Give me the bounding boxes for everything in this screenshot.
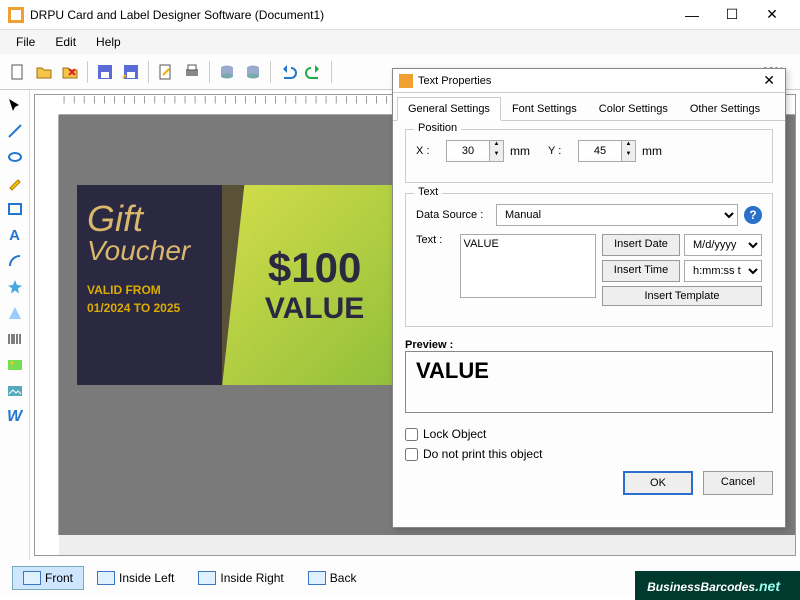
position-legend: Position — [414, 122, 461, 134]
wordart-tool-icon[interactable]: W — [4, 406, 26, 428]
maximize-button[interactable]: ☐ — [712, 1, 752, 29]
dialog-title: Text Properties — [418, 75, 759, 87]
data-source-select[interactable]: Manual — [496, 204, 738, 226]
date-format-select[interactable]: M/d/yyyy — [684, 234, 762, 256]
pencil-tool-icon[interactable] — [4, 172, 26, 194]
text-tool-icon[interactable]: A — [4, 224, 26, 246]
insert-template-button[interactable]: Insert Template — [602, 286, 762, 306]
card-amount: $100 — [268, 244, 361, 292]
menu-help[interactable]: Help — [88, 33, 129, 51]
pagetab-inside-left[interactable]: Inside Left — [86, 566, 185, 590]
card-gift-text: Gift — [87, 203, 212, 235]
dialog-icon — [399, 74, 413, 88]
minimize-button[interactable]: — — [672, 1, 712, 29]
pagetab-front[interactable]: Front — [12, 566, 84, 590]
app-icon — [8, 7, 24, 23]
y-label: Y : — [548, 145, 572, 157]
text-label: Text : — [416, 234, 454, 246]
preview-label: Preview : — [405, 339, 453, 351]
dialog-titlebar: Text Properties ✕ — [393, 69, 785, 93]
card-voucher-text: Voucher — [87, 235, 212, 267]
lock-object-checkbox[interactable]: Lock Object — [405, 427, 486, 441]
line-tool-icon[interactable] — [4, 120, 26, 142]
edit-icon[interactable] — [154, 60, 178, 84]
window-title: DRPU Card and Label Designer Software (D… — [30, 8, 672, 22]
y-spin-down[interactable]: ▼ — [622, 151, 635, 161]
tab-general-settings[interactable]: General Settings — [397, 97, 501, 121]
ruler-vertical — [35, 115, 59, 535]
x-spin-down[interactable]: ▼ — [490, 151, 503, 161]
triangle-tool-icon[interactable] — [4, 302, 26, 324]
card-left-panel: Gift Voucher VALID FROM 01/2024 TO 2025 — [77, 185, 222, 385]
time-format-select[interactable]: h:mm:ss tt — [684, 260, 762, 282]
ok-button[interactable]: OK — [623, 471, 693, 495]
tab-font-settings[interactable]: Font Settings — [501, 97, 588, 120]
dialog-close-button[interactable]: ✕ — [759, 72, 779, 89]
menu-file[interactable]: File — [8, 33, 43, 51]
data-source-label: Data Source : — [416, 209, 490, 221]
tab-other-settings[interactable]: Other Settings — [679, 97, 771, 120]
save-icon[interactable] — [93, 60, 117, 84]
print-icon[interactable] — [180, 60, 204, 84]
text-properties-dialog: Text Properties ✕ General Settings Font … — [392, 68, 786, 528]
pagetab-back[interactable]: Back — [297, 566, 368, 590]
pointer-tool-icon[interactable] — [4, 94, 26, 116]
redo-icon[interactable] — [302, 60, 326, 84]
database-icon[interactable] — [215, 60, 239, 84]
close-button[interactable]: ✕ — [752, 1, 792, 29]
insert-time-button[interactable]: Insert Time — [602, 260, 680, 282]
saveas-icon[interactable] — [119, 60, 143, 84]
menubar: File Edit Help — [0, 30, 800, 54]
tab-color-settings[interactable]: Color Settings — [588, 97, 679, 120]
dialog-body: Position X : ▲▼ mm Y : ▲▼ mm Text Data S… — [393, 121, 785, 421]
close-doc-icon[interactable] — [58, 60, 82, 84]
text-legend: Text — [414, 186, 442, 198]
x-unit: mm — [510, 144, 530, 158]
x-input[interactable]: ▲▼ — [446, 140, 504, 162]
insert-date-button[interactable]: Insert Date — [602, 234, 680, 256]
text-fieldset: Text Data Source : Manual ? Text : VALUE… — [405, 193, 773, 327]
undo-icon[interactable] — [276, 60, 300, 84]
ellipse-tool-icon[interactable] — [4, 146, 26, 168]
open-icon[interactable] — [32, 60, 56, 84]
barcode-tool-icon[interactable] — [4, 328, 26, 350]
card-value-label: VALUE — [265, 292, 364, 326]
pagetab-inside-right[interactable]: Inside Right — [187, 566, 294, 590]
side-toolbox: A W — [0, 90, 30, 560]
horizontal-scrollbar[interactable] — [59, 535, 795, 555]
y-spin-up[interactable]: ▲ — [622, 141, 635, 151]
card-preview[interactable]: Gift Voucher VALID FROM 01/2024 TO 2025 … — [77, 185, 407, 385]
image-tool-icon[interactable] — [4, 354, 26, 376]
y-unit: mm — [642, 144, 662, 158]
arc-tool-icon[interactable] — [4, 250, 26, 272]
rect-tool-icon[interactable] — [4, 198, 26, 220]
star-tool-icon[interactable] — [4, 276, 26, 298]
database2-icon[interactable] — [241, 60, 265, 84]
card-valid-text: VALID FROM 01/2024 TO 2025 — [87, 281, 212, 317]
text-textarea[interactable]: VALUE — [460, 234, 596, 298]
x-spin-up[interactable]: ▲ — [490, 141, 503, 151]
image2-tool-icon[interactable] — [4, 380, 26, 402]
preview-box: VALUE — [405, 351, 773, 413]
help-icon[interactable]: ? — [744, 206, 762, 224]
x-label: X : — [416, 145, 440, 157]
card-right-panel: $100 VALUE — [222, 185, 407, 385]
titlebar: DRPU Card and Label Designer Software (D… — [0, 0, 800, 30]
y-input[interactable]: ▲▼ — [578, 140, 636, 162]
cancel-button[interactable]: Cancel — [703, 471, 773, 495]
dialog-footer: Lock Object Do not print this object — [393, 421, 785, 467]
new-icon[interactable] — [6, 60, 30, 84]
do-not-print-checkbox[interactable]: Do not print this object — [405, 447, 542, 461]
dialog-tabs: General Settings Font Settings Color Set… — [393, 93, 785, 121]
footer-brand: BusinessBarcodes.net — [635, 571, 800, 600]
position-fieldset: Position X : ▲▼ mm Y : ▲▼ mm — [405, 129, 773, 183]
menu-edit[interactable]: Edit — [47, 33, 84, 51]
